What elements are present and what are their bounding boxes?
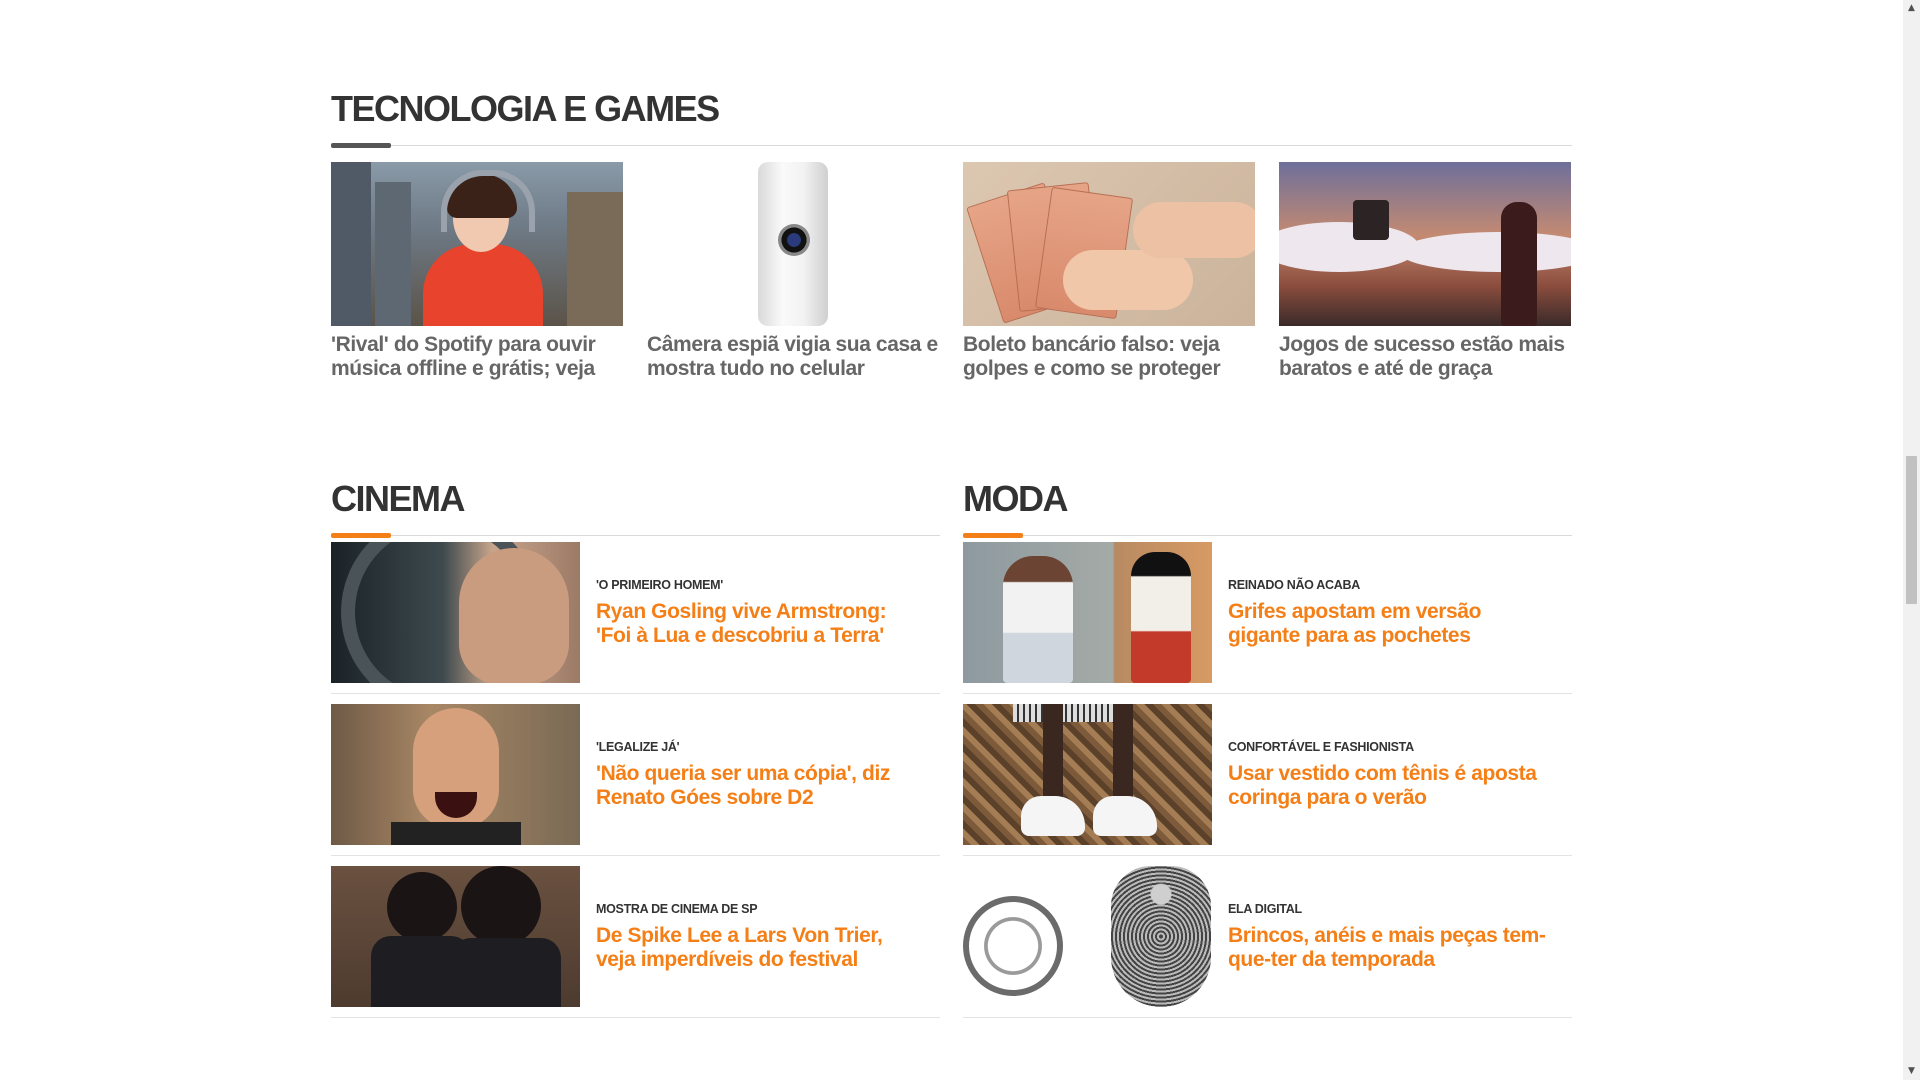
tech-card-grid: 'Rival' do Spotify para ouvir música off…	[331, 162, 1572, 381]
tech-card-spy-camera[interactable]: Câmera espiã vigia sua casa e mostra tud…	[647, 162, 939, 381]
list-item[interactable]: 'LEGALIZE JÁ' 'Não queria ser uma cópia'…	[331, 704, 940, 856]
list-item-kicker: 'O PRIMEIRO HOMEM'	[596, 577, 723, 592]
scrollbar-thumb[interactable]	[1906, 456, 1917, 604]
list-item-kicker: ELA DIGITAL	[1228, 901, 1302, 916]
list-item-headline[interactable]: De Spike Lee a Lars Von Trier, veja impe…	[596, 924, 926, 972]
section-moda: MODA REINADO NÃO ACABA Grifes apostam em…	[963, 479, 1572, 1038]
list-item[interactable]: REINADO NÃO ACABA Grifes apostam em vers…	[963, 542, 1572, 694]
section-accent-bar	[331, 143, 391, 148]
list-item-headline[interactable]: Grifes apostam em versão gigante para as…	[1228, 600, 1558, 648]
tech-card-headline[interactable]: Boleto bancário falso: veja golpes e com…	[963, 333, 1255, 381]
list-item-headline[interactable]: 'Não queria ser uma cópia', diz Renato G…	[596, 762, 926, 810]
section-divider	[331, 143, 1572, 148]
list-item-image[interactable]	[963, 866, 1212, 1007]
section-divider	[963, 533, 1572, 538]
tech-card-headline[interactable]: Jogos de sucesso estão mais baratos e at…	[1279, 333, 1571, 381]
list-item-image[interactable]	[963, 542, 1212, 683]
tech-card-image[interactable]	[1279, 162, 1571, 326]
tech-card-cheap-games[interactable]: Jogos de sucesso estão mais baratos e at…	[1279, 162, 1571, 381]
list-item[interactable]: ELA DIGITAL Brincos, anéis e mais peças …	[963, 866, 1572, 1018]
section-title-cinema: CINEMA	[331, 478, 466, 519]
list-item-image[interactable]	[331, 866, 580, 1007]
list-item-kicker: CONFORTÁVEL E FASHIONISTA	[1228, 739, 1414, 754]
list-item-image[interactable]	[331, 542, 580, 683]
page: TECNOLOGIA E GAMES 'Rival' do Spotify pa…	[0, 0, 1920, 1080]
list-item-kicker: 'LEGALIZE JÁ'	[596, 739, 680, 754]
page-scrollbar[interactable]: ▲ ▼	[1903, 0, 1920, 1080]
list-item[interactable]: 'O PRIMEIRO HOMEM' Ryan Gosling vive Arm…	[331, 542, 940, 694]
moda-list: REINADO NÃO ACABA Grifes apostam em vers…	[963, 542, 1572, 1018]
list-item-headline[interactable]: Brincos, anéis e mais peças tem-que-ter …	[1228, 924, 1558, 972]
tech-card-spotify-rival[interactable]: 'Rival' do Spotify para ouvir música off…	[331, 162, 623, 381]
list-item-image[interactable]	[331, 704, 580, 845]
list-item-headline[interactable]: Usar vestido com tênis é aposta coringa …	[1228, 762, 1558, 810]
section-accent-bar	[963, 533, 1023, 538]
section-title-tecnologia: TECNOLOGIA E GAMES	[331, 88, 720, 129]
list-item-headline[interactable]: Ryan Gosling vive Armstrong: 'Foi à Lua …	[596, 600, 926, 648]
tech-card-headline[interactable]: 'Rival' do Spotify para ouvir música off…	[331, 333, 623, 381]
tech-card-fake-boleto[interactable]: Boleto bancário falso: veja golpes e com…	[963, 162, 1255, 381]
cinema-list: 'O PRIMEIRO HOMEM' Ryan Gosling vive Arm…	[331, 542, 940, 1018]
list-item[interactable]: CONFORTÁVEL E FASHIONISTA Usar vestido c…	[963, 704, 1572, 856]
list-item-kicker: MOSTRA DE CINEMA DE SP	[596, 901, 758, 916]
list-item[interactable]: MOSTRA DE CINEMA DE SP De Spike Lee a La…	[331, 866, 940, 1018]
tech-card-image[interactable]	[647, 162, 939, 326]
tech-card-headline[interactable]: Câmera espiã vigia sua casa e mostra tud…	[647, 333, 939, 381]
scroll-down-arrow-icon[interactable]: ▼	[1903, 1063, 1920, 1080]
section-divider	[331, 533, 940, 538]
tech-card-image[interactable]	[963, 162, 1255, 326]
list-item-kicker: REINADO NÃO ACABA	[1228, 577, 1360, 592]
list-item-image[interactable]	[963, 704, 1212, 845]
tech-card-image[interactable]	[331, 162, 623, 326]
section-tecnologia-games: TECNOLOGIA E GAMES 'Rival' do Spotify pa…	[331, 89, 1572, 381]
scroll-up-arrow-icon[interactable]: ▲	[1903, 0, 1920, 17]
section-accent-bar	[331, 533, 391, 538]
section-cinema: CINEMA 'O PRIMEIRO HOMEM' Ryan Gosling v…	[331, 479, 940, 1038]
section-title-moda: MODA	[963, 478, 1069, 519]
